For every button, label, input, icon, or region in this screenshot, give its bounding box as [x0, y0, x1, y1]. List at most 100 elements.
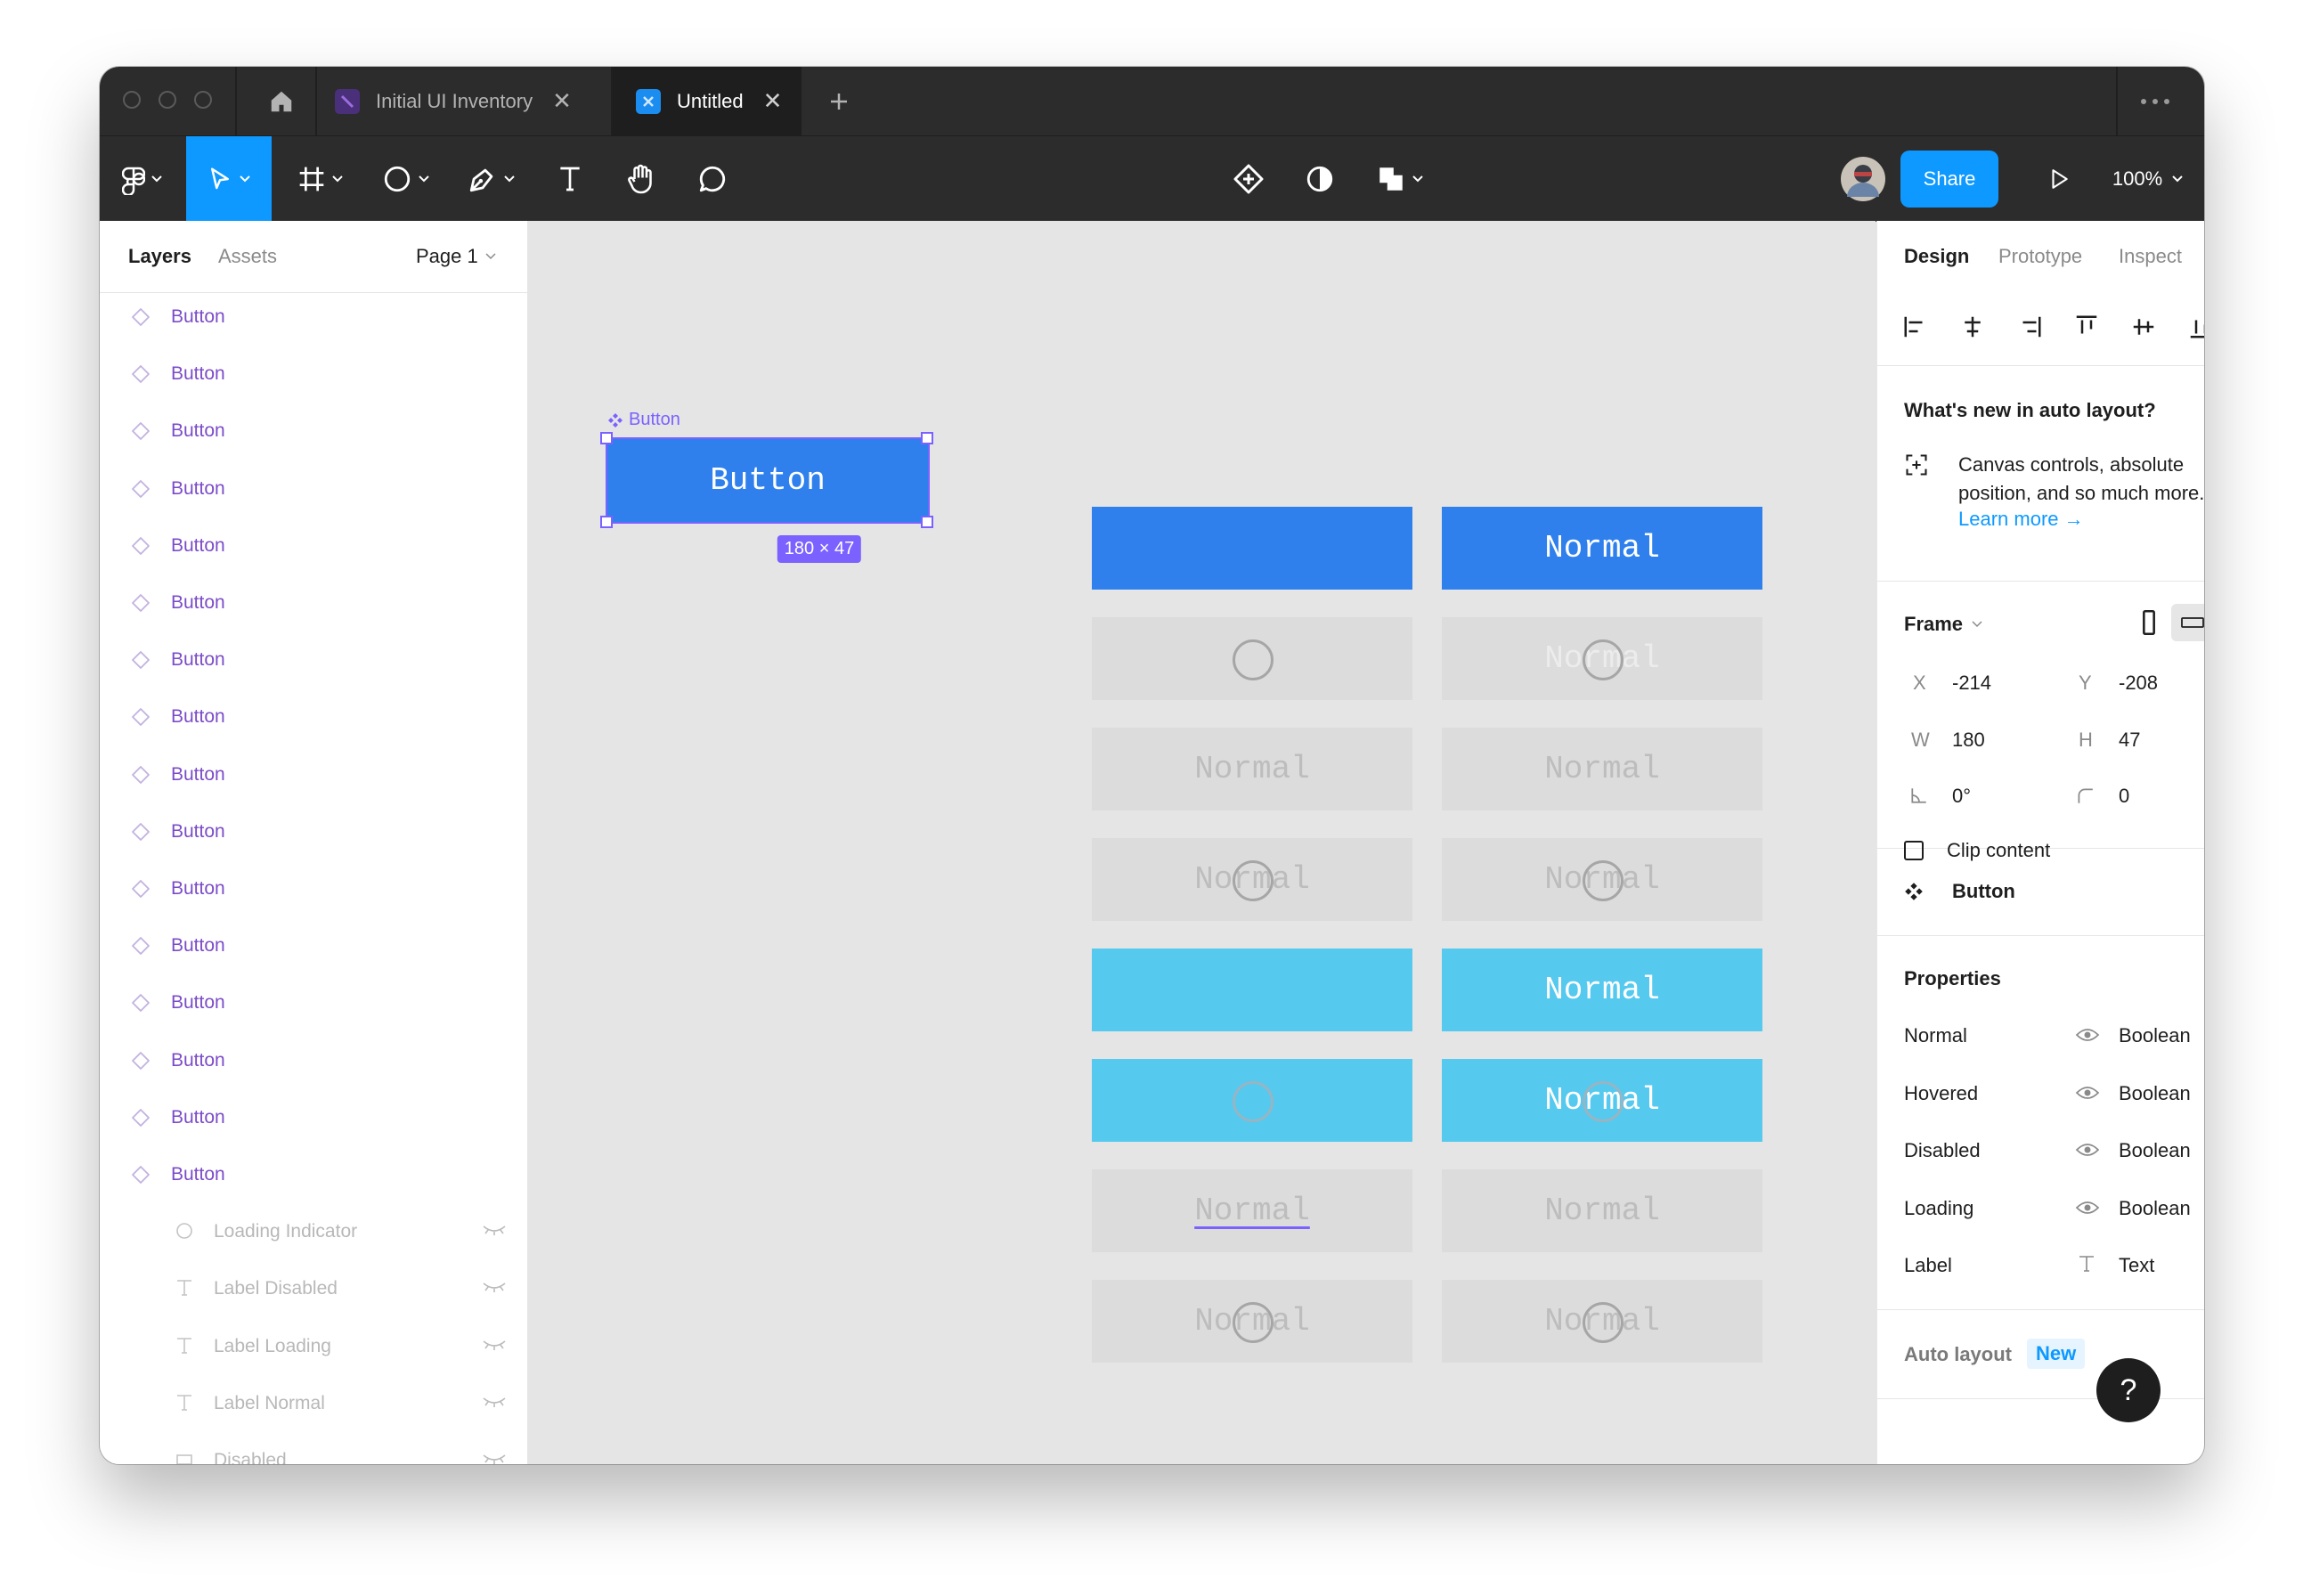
property-row[interactable]: Normal Boolean — [1877, 1024, 2204, 1060]
layer-row[interactable]: Button — [100, 346, 527, 403]
hidden-eye-icon[interactable] — [481, 1278, 508, 1301]
shape-tool-button[interactable] — [363, 136, 449, 222]
layer-row[interactable]: Button — [100, 403, 527, 460]
hidden-eye-icon[interactable] — [481, 1336, 508, 1359]
layer-row[interactable]: Button — [100, 631, 527, 688]
button-variant[interactable] — [1092, 617, 1412, 700]
property-row[interactable]: Disabled Boolean — [1877, 1139, 2204, 1175]
button-variant[interactable]: Normal — [1442, 1280, 1762, 1363]
button-variant[interactable] — [1092, 949, 1412, 1031]
boolean-groups-button[interactable] — [1355, 136, 1444, 222]
hidden-eye-icon[interactable] — [481, 1393, 508, 1416]
pen-tool-button[interactable] — [449, 136, 534, 222]
property-row[interactable]: Label Text — [1877, 1254, 2204, 1290]
layer-row[interactable]: Button — [100, 803, 527, 860]
canvas[interactable]: Button Button 180 × 47 Normal Normal Norma… — [528, 221, 1876, 1464]
layer-row[interactable]: Label Disabled — [100, 1260, 527, 1317]
move-tool-button[interactable] — [186, 136, 272, 222]
resize-handle[interactable] — [921, 516, 933, 528]
align-bottom-icon[interactable] — [2187, 314, 2204, 340]
button-variant[interactable]: Normal — [1442, 949, 1762, 1031]
frame-dropdown[interactable]: Frame — [1904, 613, 1982, 636]
tab-design[interactable]: Design — [1904, 245, 1969, 268]
layer-row[interactable]: Disabled — [100, 1432, 527, 1464]
tab-layers[interactable]: Layers — [128, 245, 191, 268]
comment-tool-button[interactable] — [677, 136, 748, 222]
x-input[interactable]: -214 — [1952, 672, 1991, 695]
minimize-window-button[interactable] — [159, 91, 176, 109]
tab-inspect[interactable]: Inspect — [2119, 245, 2182, 268]
rotation-input[interactable]: 0° — [1952, 785, 1971, 808]
button-variant[interactable]: Normal — [1092, 1280, 1412, 1363]
align-right-icon[interactable] — [2016, 314, 2043, 340]
home-icon[interactable] — [248, 67, 315, 135]
landscape-button[interactable] — [2171, 604, 2204, 641]
tab-untitled[interactable]: Untitled ✕ — [613, 67, 802, 135]
close-window-button[interactable] — [123, 91, 141, 109]
tab-prototype[interactable]: Prototype — [1998, 245, 2082, 268]
page-dropdown[interactable]: Page 1 — [416, 245, 496, 268]
resize-handle[interactable] — [600, 516, 613, 528]
layer-row[interactable]: Button — [100, 917, 527, 974]
selected-button-component[interactable]: Button — [606, 437, 930, 524]
button-variant[interactable]: Normal — [1442, 617, 1762, 700]
portrait-icon[interactable] — [2136, 607, 2162, 638]
maximize-window-button[interactable] — [194, 91, 212, 109]
button-variant[interactable]: Normal — [1442, 728, 1762, 810]
layer-row[interactable]: Button — [100, 1146, 527, 1203]
hand-tool-button[interactable] — [606, 136, 677, 222]
create-component-button[interactable] — [1213, 136, 1284, 222]
close-tab-icon[interactable]: ✕ — [763, 87, 783, 115]
layer-row[interactable]: Button — [100, 517, 527, 574]
layer-row[interactable]: Label Normal — [100, 1375, 527, 1432]
selected-frame-title[interactable]: Button — [607, 410, 680, 430]
align-top-icon[interactable] — [2073, 314, 2100, 340]
button-variant[interactable]: Normal — [1092, 838, 1412, 921]
button-variant[interactable]: Normal — [1092, 1169, 1412, 1252]
align-left-icon[interactable] — [1902, 314, 1929, 340]
hidden-eye-icon[interactable] — [481, 1221, 508, 1244]
layer-row[interactable]: Loading Indicator — [100, 1203, 527, 1260]
button-variant[interactable]: Normal — [1092, 728, 1412, 810]
layer-row[interactable]: Button — [100, 860, 527, 917]
main-menu-button[interactable] — [100, 136, 185, 222]
more-options-icon[interactable] — [2120, 67, 2191, 135]
share-button[interactable]: Share — [1900, 151, 1998, 208]
layer-row[interactable]: Button — [100, 1089, 527, 1146]
w-input[interactable]: 180 — [1952, 729, 1985, 752]
mask-button[interactable] — [1284, 136, 1355, 222]
learn-more-link[interactable]: Learn more → — [1958, 508, 2084, 531]
text-tool-button[interactable] — [534, 136, 606, 222]
help-button[interactable]: ? — [2096, 1358, 2161, 1422]
align-vertical-center-icon[interactable] — [2130, 314, 2157, 340]
hidden-eye-icon[interactable] — [481, 1450, 508, 1464]
layer-row[interactable]: Button — [100, 460, 527, 517]
layer-row[interactable]: Button — [100, 746, 527, 803]
close-tab-icon[interactable]: ✕ — [552, 87, 572, 115]
tab-assets[interactable]: Assets — [218, 245, 277, 268]
button-variant[interactable]: Normal — [1442, 507, 1762, 590]
y-input[interactable]: -208 — [2119, 672, 2158, 695]
avatar[interactable] — [1827, 136, 1899, 222]
layer-row[interactable]: Button — [100, 574, 527, 631]
present-button[interactable] — [2023, 136, 2095, 222]
button-variant[interactable] — [1092, 507, 1412, 590]
layer-row[interactable]: Button — [100, 1032, 527, 1089]
new-tab-icon[interactable] — [812, 67, 866, 135]
radius-input[interactable]: 0 — [2119, 785, 2129, 808]
button-variant[interactable]: Normal — [1442, 1169, 1762, 1252]
layer-row[interactable]: Label Loading — [100, 1318, 527, 1375]
tab-initial-ui-inventory[interactable]: Initial UI Inventory ✕ — [317, 67, 611, 135]
resize-handle[interactable] — [600, 432, 613, 444]
zoom-dropdown[interactable]: 100% — [2099, 136, 2197, 222]
align-horizontal-center-icon[interactable] — [1959, 314, 1986, 340]
layer-row[interactable]: Button — [100, 289, 527, 346]
layer-row[interactable]: Button — [100, 688, 527, 745]
resize-handle[interactable] — [921, 432, 933, 444]
property-row[interactable]: Loading Boolean — [1877, 1197, 2204, 1233]
button-variant[interactable]: Normal — [1442, 838, 1762, 921]
button-variant[interactable]: Normal — [1442, 1059, 1762, 1142]
frame-tool-button[interactable] — [278, 136, 363, 222]
property-row[interactable]: Hovered Boolean — [1877, 1082, 2204, 1118]
h-input[interactable]: 47 — [2119, 729, 2140, 752]
